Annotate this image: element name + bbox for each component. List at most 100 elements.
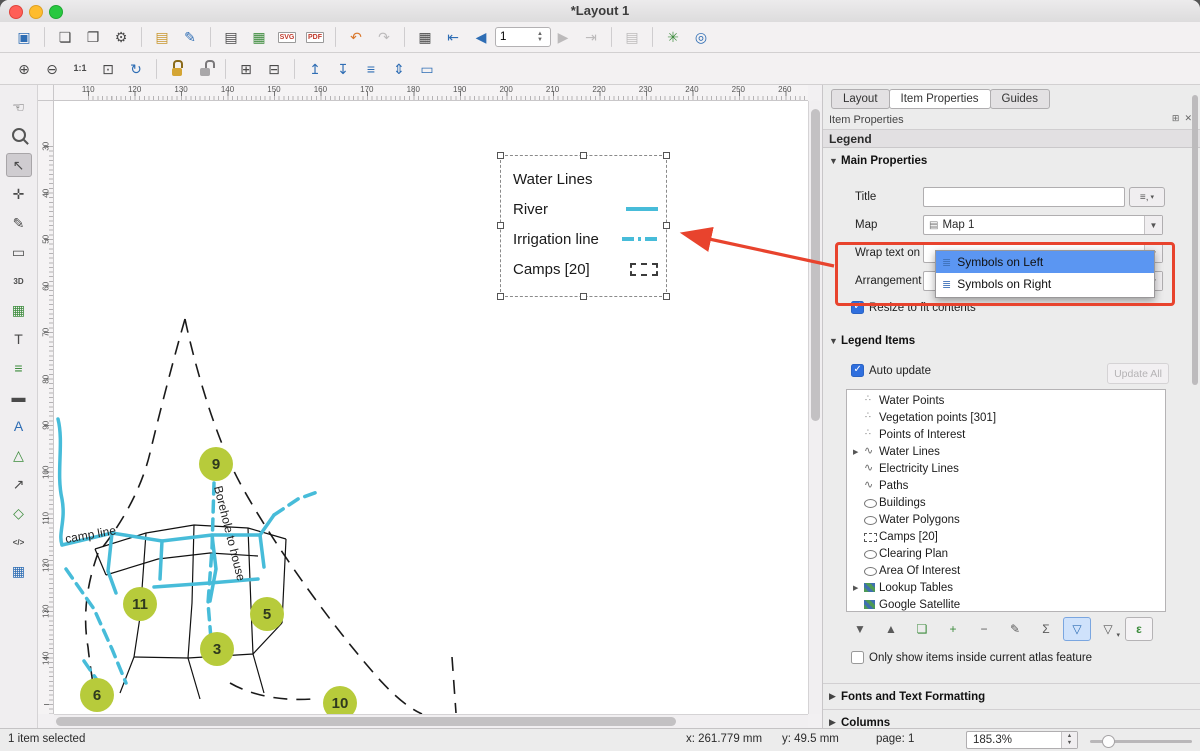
move-item-up-button[interactable]: ▲ — [877, 617, 905, 641]
data-defined-override-button[interactable]: ≡,▾ — [1129, 187, 1165, 207]
auto-update-checkbox[interactable] — [851, 364, 864, 377]
legend-item-water-points[interactable]: Water Points — [847, 392, 1165, 409]
zoom-out-button[interactable]: ⊖ — [40, 57, 64, 81]
resize-items-button[interactable]: ▭ — [415, 57, 439, 81]
legend-items-header[interactable]: ▼Legend Items — [829, 335, 915, 347]
section-fonts-and-text-formatting[interactable]: ▶ Fonts and Text Formatting — [823, 683, 1200, 709]
atlas-previous-feature-button[interactable]: ◀ — [469, 25, 493, 49]
new-layout-button[interactable]: ❏ — [53, 25, 77, 49]
layout-page[interactable]: 9 11 5 3 6 10 camp line Borehole to hous… — [54, 101, 808, 714]
distribute-items-button[interactable]: ⇕ — [387, 57, 411, 81]
legend-item-clearing-plan[interactable]: Clearing Plan — [847, 545, 1165, 562]
selection-handle[interactable] — [580, 152, 587, 159]
expand-arrow-icon[interactable]: ▶ — [853, 584, 863, 592]
atlas-first-feature-button[interactable]: ⇤ — [441, 25, 465, 49]
selection-handle[interactable] — [497, 152, 504, 159]
tab-guides[interactable]: Guides — [990, 89, 1050, 109]
selection-handle[interactable] — [580, 293, 587, 300]
pan-layout-tool[interactable]: ☜ — [6, 95, 32, 119]
vertical-scrollbar[interactable] — [808, 101, 822, 714]
legend-item-paths[interactable]: Paths — [847, 477, 1165, 494]
redo-button[interactable]: ↷ — [372, 25, 396, 49]
zoom-actual-size-button[interactable]: 1:1 — [68, 57, 92, 81]
lock-selected-items-button[interactable] — [165, 57, 189, 81]
save-project-button[interactable]: ▣ — [12, 25, 36, 49]
duplicate-layout-button[interactable]: ❐ — [81, 25, 105, 49]
filter-by-expression-button[interactable]: ▽ — [1094, 617, 1122, 641]
map-select-combo[interactable]: ▤ Map 1 ▼ — [923, 215, 1163, 235]
save-as-template-button[interactable]: ✎ — [178, 25, 202, 49]
legend-title-input[interactable] — [923, 187, 1125, 207]
resize-to-fit-checkbox[interactable] — [851, 301, 864, 314]
zoom-slider[interactable] — [1090, 740, 1192, 743]
legend-item-area-of-interest[interactable]: Area Of Interest — [847, 562, 1165, 579]
layout-manager-button[interactable]: ⚙ — [109, 25, 133, 49]
tab-item-properties[interactable]: Item Properties — [889, 89, 991, 109]
horizontal-scrollbar[interactable] — [54, 714, 808, 728]
zoom-slider-thumb[interactable] — [1102, 735, 1115, 748]
legend-item-vegetation-points[interactable]: Vegetation points [301] — [847, 409, 1165, 426]
float-panel-icon[interactable]: ⊞ — [1172, 113, 1180, 124]
atlas-page-spinner[interactable]: ▲▼ — [537, 31, 543, 43]
print-atlas-button[interactable]: ▤ — [620, 25, 644, 49]
expression-filter-button[interactable]: ε — [1125, 617, 1153, 641]
horizontal-scrollbar-thumb[interactable] — [56, 717, 676, 726]
close-panel-icon[interactable]: ✕ — [1184, 113, 1192, 124]
align-items-button[interactable]: ≡ — [359, 57, 383, 81]
print-layout-button[interactable]: ▤ — [219, 25, 243, 49]
add-shape-tool[interactable]: △ — [6, 443, 32, 467]
selection-handle[interactable] — [497, 222, 504, 229]
panel-scrollbar-thumb[interactable] — [1192, 95, 1198, 385]
legend-item-water-polygons[interactable]: Water Polygons — [847, 511, 1165, 528]
expand-arrow-icon[interactable]: ▶ — [853, 448, 863, 456]
add-items-from-template-button[interactable]: ▤ — [150, 25, 174, 49]
update-all-button[interactable]: Update All — [1107, 363, 1169, 384]
ungroup-items-button[interactable]: ⊟ — [262, 57, 286, 81]
selection-handle[interactable] — [663, 293, 670, 300]
atlas-settings-button[interactable]: ✳ — [661, 25, 685, 49]
legend-item-lookup-tables[interactable]: ▶ Lookup Tables — [847, 579, 1165, 596]
legend-item-water-lines[interactable]: ▶ Water Lines — [847, 443, 1165, 460]
undo-button[interactable]: ↶ — [344, 25, 368, 49]
zoom-spinner[interactable]: ▲▼ — [1061, 732, 1077, 748]
sum-feature-count-button[interactable]: Σ — [1032, 617, 1060, 641]
legend-item-preview[interactable]: Water Lines River Irrigation line — [500, 155, 667, 297]
atlas-last-feature-button[interactable]: ⇥ — [579, 25, 603, 49]
zoom-level-combo[interactable]: 185.3% ▲▼ — [966, 731, 1078, 749]
legend-item-electricity-lines[interactable]: Electricity Lines — [847, 460, 1165, 477]
option-symbols-on-left[interactable]: ≣ Symbols on Left — [936, 251, 1154, 273]
legend-item-points-of-interest[interactable]: Points of Interest — [847, 426, 1165, 443]
export-as-svg-button[interactable]: SVG — [275, 25, 299, 49]
tab-layout[interactable]: Layout — [831, 89, 890, 109]
add-group-button[interactable]: ❏ — [908, 617, 936, 641]
selection-handle[interactable] — [663, 152, 670, 159]
add-html-tool[interactable]: </> — [6, 530, 32, 554]
main-properties-header[interactable]: ▼Main Properties — [829, 155, 927, 167]
select-move-item-tool[interactable]: ↖ — [6, 153, 32, 177]
legend-item-camps[interactable]: Camps [20] — [847, 528, 1165, 545]
add-scale-bar-tool[interactable]: ▬ — [6, 385, 32, 409]
zoom-full-button[interactable]: ⊡ — [96, 57, 120, 81]
filter-legend-by-map-button[interactable]: ▽ — [1063, 617, 1091, 641]
legend-item-buildings[interactable]: Buildings — [847, 494, 1165, 511]
atlas-preview-button[interactable]: ▦ — [413, 25, 437, 49]
move-item-down-button[interactable]: ▼ — [846, 617, 874, 641]
remove-legend-item-button[interactable]: − — [970, 617, 998, 641]
add-legend-item-button[interactable]: + — [939, 617, 967, 641]
lower-items-button[interactable]: ↧ — [331, 57, 355, 81]
atlas-next-feature-button[interactable]: ▶ — [551, 25, 575, 49]
zoom-in-button[interactable]: ⊕ — [12, 57, 36, 81]
unlock-all-items-button[interactable] — [193, 57, 217, 81]
option-symbols-on-right[interactable]: ≣ Symbols on Right — [936, 273, 1154, 295]
add-picture-tool[interactable]: ▦ — [6, 298, 32, 322]
refresh-view-button[interactable]: ↻ — [124, 57, 148, 81]
edit-legend-item-button[interactable]: ✎ — [1001, 617, 1029, 641]
zoom-to-full-extent-button[interactable]: ◎ — [689, 25, 713, 49]
atlas-filter-checkbox[interactable] — [851, 651, 864, 664]
group-items-button[interactable]: ⊞ — [234, 57, 258, 81]
raise-items-button[interactable]: ↥ — [303, 57, 327, 81]
legend-item-google-satellite[interactable]: Google Satellite — [847, 596, 1165, 612]
vertical-scrollbar-thumb[interactable] — [811, 109, 820, 421]
selection-handle[interactable] — [663, 222, 670, 229]
export-as-image-button[interactable]: ▦ — [247, 25, 271, 49]
